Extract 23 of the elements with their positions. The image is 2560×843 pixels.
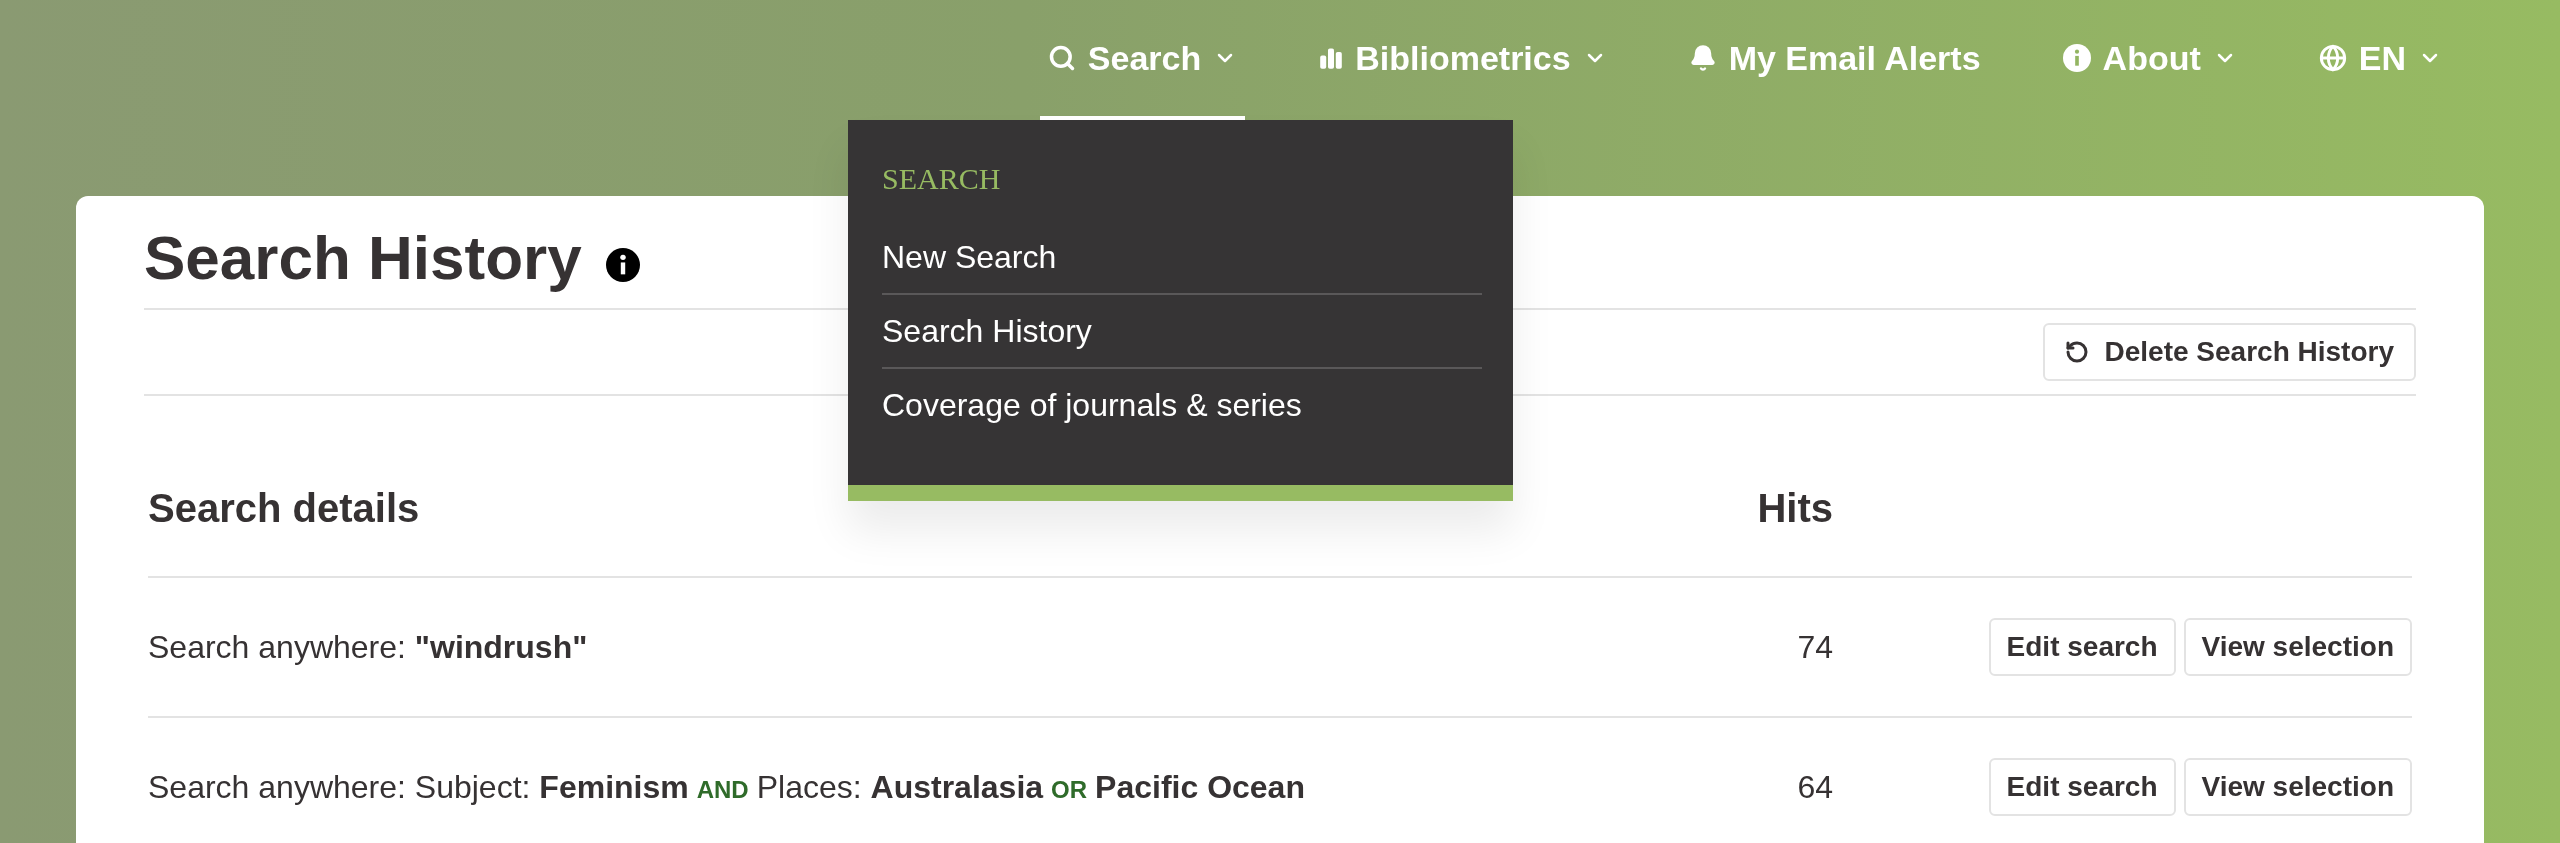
search-query: Search anywhere: Subject: Feminism AND Places: Australasia OR Pacific Ocean bbox=[148, 768, 1306, 807]
column-header: Hits bbox=[1756, 485, 1833, 532]
action-button[interactable]: Edit search bbox=[1988, 618, 2176, 676]
menu-heading: SEARCH bbox=[882, 161, 1002, 197]
menu-item[interactable]: New Search bbox=[882, 221, 1482, 293]
hits-count: 74 bbox=[1796, 628, 1833, 667]
menu-item[interactable]: Coverage of journals & series bbox=[882, 369, 1482, 441]
search-icon bbox=[1047, 44, 1076, 72]
column-header: Search details bbox=[148, 486, 420, 530]
menu-item[interactable]: Search History bbox=[882, 295, 1482, 367]
info-icon bbox=[2062, 44, 2091, 72]
globe-icon bbox=[2318, 44, 2347, 72]
action-button[interactable]: View selection bbox=[2183, 758, 2412, 816]
bar-chart-icon bbox=[1319, 46, 1344, 70]
action-button[interactable]: Edit search bbox=[1988, 758, 2176, 816]
action-button[interactable]: View selection bbox=[2183, 618, 2412, 676]
undo-icon bbox=[2064, 340, 2089, 364]
bell-icon bbox=[1688, 44, 1717, 72]
hits-count: 64 bbox=[1796, 768, 1833, 807]
search-query: Search anywhere: "windrush" bbox=[148, 628, 589, 667]
page-title: Search History bbox=[144, 221, 582, 294]
info-icon bbox=[605, 248, 640, 282]
delete-history-button[interactable]: Delete Search History bbox=[2042, 323, 2416, 381]
